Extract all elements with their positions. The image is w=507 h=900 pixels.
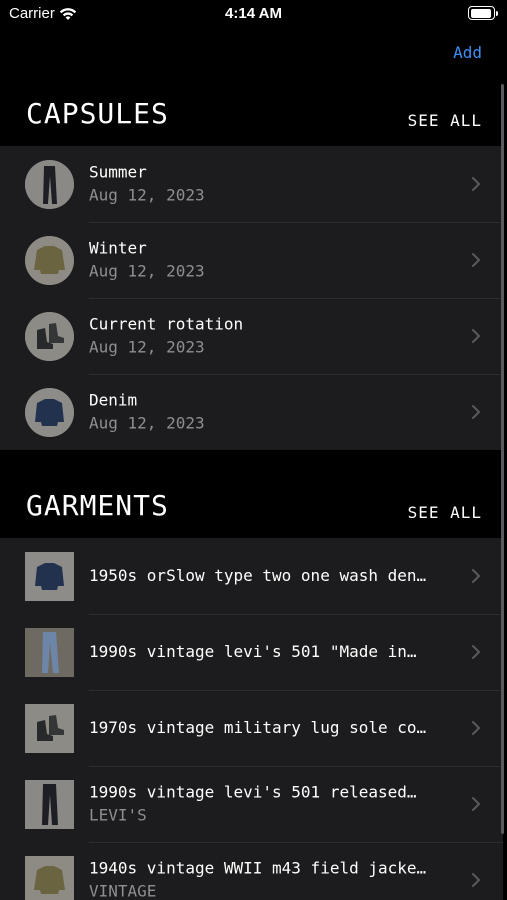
capsules-header: CAPSULES SEE ALL — [0, 97, 507, 138]
chevron-right-icon — [472, 797, 481, 811]
capsule-name: Denim — [89, 390, 138, 410]
capsule-date: Aug 12, 2023 — [89, 261, 205, 281]
denim-jacket-thumbnail — [25, 551, 74, 601]
capsule-row-denim[interactable]: Denim Aug 12, 2023 — [0, 374, 503, 450]
battery-icon — [468, 6, 498, 20]
garment-brand: VINTAGE — [89, 881, 157, 900]
garment-brand: LEVI'S — [89, 805, 147, 825]
garment-row[interactable]: 1970s vintage military lug sole co… — [0, 690, 503, 766]
capsule-row-current-rotation[interactable]: Current rotation Aug 12, 2023 — [0, 298, 503, 374]
capsule-row-summer[interactable]: Summer Aug 12, 2023 — [0, 146, 503, 222]
garment-name: 1990s vintage levi's 501 released… — [89, 782, 417, 802]
capsule-name: Winter — [89, 238, 147, 258]
capsule-date: Aug 12, 2023 — [89, 337, 205, 357]
capsules-list: Summer Aug 12, 2023 Winter Aug 12, 2023 … — [0, 146, 503, 450]
garments-title: GARMENTS — [26, 489, 169, 522]
chevron-right-icon — [472, 569, 481, 583]
garment-row[interactable]: 1940s vintage WWII m43 field jacke… VINT… — [0, 842, 503, 900]
chevron-right-icon — [472, 253, 481, 267]
capsule-name: Current rotation — [89, 314, 244, 334]
capsules-title: CAPSULES — [26, 97, 169, 130]
chevron-right-icon — [472, 873, 481, 887]
chevron-right-icon — [472, 329, 481, 343]
jeans-thumbnail — [25, 159, 74, 209]
capsules-see-all-button[interactable]: SEE ALL — [408, 111, 482, 130]
boots-thumbnail — [25, 311, 74, 361]
garment-row[interactable]: 1990s vintage levi's 501 released… LEVI'… — [0, 766, 503, 842]
garment-row[interactable]: 1990s vintage levi's 501 "Made in… — [0, 614, 503, 690]
capsule-date: Aug 12, 2023 — [89, 413, 205, 433]
boots-thumbnail — [25, 703, 74, 753]
status-bar: Carrier 4:14 AM — [0, 0, 507, 30]
capsule-name: Summer — [89, 162, 147, 182]
chevron-right-icon — [472, 405, 481, 419]
garment-name: 1990s vintage levi's 501 "Made in… — [89, 642, 417, 661]
chevron-right-icon — [472, 645, 481, 659]
jacket-thumbnail — [25, 855, 74, 900]
chevron-right-icon — [472, 177, 481, 191]
clock: 4:14 AM — [225, 5, 282, 22]
add-button[interactable]: Add — [453, 43, 482, 62]
denim-jacket-thumbnail — [25, 387, 74, 437]
jeans-thumbnail — [25, 779, 74, 829]
jacket-thumbnail — [25, 235, 74, 285]
scroll-indicator[interactable] — [501, 84, 504, 834]
chevron-right-icon — [472, 721, 481, 735]
capsule-row-winter[interactable]: Winter Aug 12, 2023 — [0, 222, 503, 298]
garments-header: GARMENTS SEE ALL — [0, 489, 507, 530]
garment-name: 1940s vintage WWII m43 field jacke… — [89, 858, 427, 878]
garments-see-all-button[interactable]: SEE ALL — [408, 503, 482, 522]
capsule-date: Aug 12, 2023 — [89, 185, 205, 205]
garment-name: 1970s vintage military lug sole co… — [89, 718, 427, 737]
light-jeans-thumbnail — [25, 627, 74, 677]
garment-row[interactable]: 1950s orSlow type two one wash den… — [0, 538, 503, 614]
garments-list: 1950s orSlow type two one wash den… 1990… — [0, 538, 503, 900]
garment-name: 1950s orSlow type two one wash den… — [89, 566, 427, 585]
